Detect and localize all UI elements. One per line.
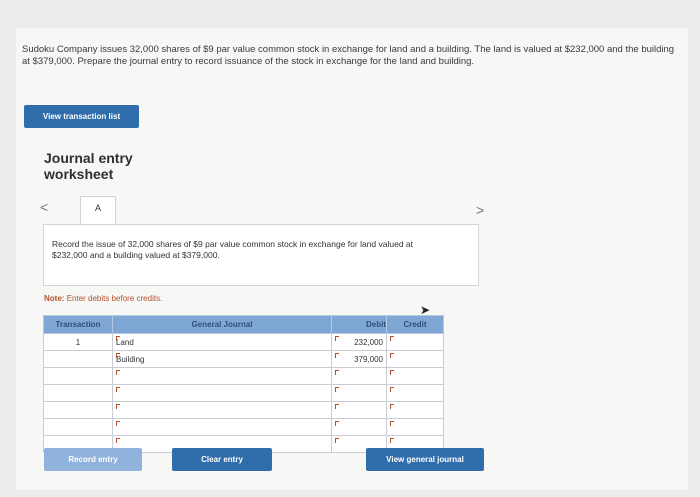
credit-field[interactable] <box>386 333 444 351</box>
table-row: 1 Land 232,000 <box>43 333 444 351</box>
flag-icon <box>116 438 120 443</box>
credit-field[interactable] <box>386 418 444 436</box>
tab-a[interactable]: A <box>80 196 116 224</box>
header-general-journal: General Journal <box>112 315 332 334</box>
flag-icon <box>390 438 394 443</box>
header-transaction: Transaction <box>43 315 113 334</box>
transaction-cell <box>43 350 113 368</box>
transaction-cell <box>43 401 113 419</box>
note: Note: Enter debits before credits. <box>44 294 162 303</box>
account-field[interactable] <box>112 367 332 385</box>
transaction-cell <box>43 418 113 436</box>
debit-field[interactable] <box>331 384 387 402</box>
flag-icon <box>335 421 339 426</box>
table-row <box>43 384 444 402</box>
header-credit: Credit <box>386 315 444 334</box>
flag-icon <box>390 370 394 375</box>
flag-icon <box>390 387 394 392</box>
flag-icon <box>335 353 339 358</box>
transaction-cell: 1 <box>43 333 113 351</box>
view-general-journal-button[interactable]: View general journal <box>366 448 484 471</box>
note-label: Note: <box>44 294 65 303</box>
debit-field[interactable] <box>331 367 387 385</box>
flag-icon <box>390 353 394 358</box>
header-debit: Debit <box>331 315 387 334</box>
record-entry-button[interactable]: Record entry <box>44 448 142 471</box>
view-transaction-list-button[interactable]: View transaction list <box>24 105 139 128</box>
table-row <box>43 367 444 385</box>
transaction-cell <box>43 384 113 402</box>
debit-field[interactable] <box>331 401 387 419</box>
credit-field[interactable] <box>386 367 444 385</box>
flag-icon <box>390 404 394 409</box>
next-icon[interactable]: > <box>476 202 484 218</box>
problem-text: Sudoku Company issues 32,000 shares of $… <box>22 44 675 67</box>
instruction-text: Record the issue of 32,000 shares of $9 … <box>52 239 413 260</box>
debit-field[interactable]: 379,000 <box>331 350 387 368</box>
flag-icon <box>116 353 120 358</box>
flag-icon <box>335 404 339 409</box>
flag-icon <box>335 387 339 392</box>
flag-icon <box>390 336 394 341</box>
transaction-cell <box>43 367 113 385</box>
flag-icon <box>116 404 120 409</box>
table-row <box>43 418 444 436</box>
flag-icon <box>335 336 339 341</box>
credit-field[interactable] <box>386 350 444 368</box>
flag-icon <box>116 421 120 426</box>
flag-icon <box>335 370 339 375</box>
flag-icon <box>116 336 120 341</box>
debit-value: 232,000 <box>354 337 383 347</box>
account-field[interactable] <box>112 418 332 436</box>
account-value: Building <box>116 354 145 364</box>
account-field[interactable]: Building <box>112 350 332 368</box>
note-text: Enter debits before credits. <box>66 294 163 303</box>
flag-icon <box>116 387 120 392</box>
debit-field[interactable] <box>331 418 387 436</box>
credit-field[interactable] <box>386 384 444 402</box>
account-field[interactable] <box>112 401 332 419</box>
table-row: Building 379,000 <box>43 350 444 368</box>
table-row <box>43 401 444 419</box>
flag-icon <box>390 421 394 426</box>
account-field[interactable]: Land <box>112 333 332 351</box>
journal-table: Transaction General Journal Debit Credit… <box>43 315 444 453</box>
account-field[interactable] <box>112 384 332 402</box>
debit-value: 379,000 <box>354 354 383 364</box>
previous-icon[interactable]: < <box>40 199 48 215</box>
flag-icon <box>116 370 120 375</box>
credit-field[interactable] <box>386 401 444 419</box>
debit-field[interactable]: 232,000 <box>331 333 387 351</box>
flag-icon <box>335 438 339 443</box>
worksheet-title: Journal entry worksheet <box>44 150 133 182</box>
clear-entry-button[interactable]: Clear entry <box>172 448 272 471</box>
